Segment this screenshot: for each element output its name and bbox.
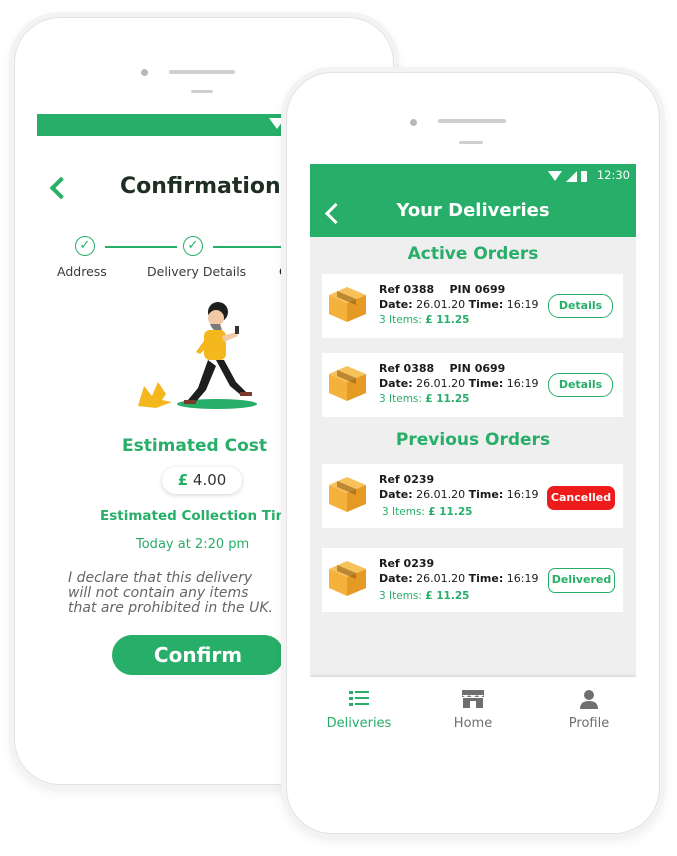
order-price: £ 11.25 — [428, 506, 473, 518]
estimated-cost-heading: Estimated Cost — [122, 436, 268, 456]
nav-item-profile[interactable]: Profile — [544, 689, 634, 731]
wifi-icon — [269, 118, 285, 129]
previous-orders-heading: Previous Orders — [395, 430, 551, 450]
step-complete-icon: ✓ — [75, 236, 95, 256]
package-icon — [329, 366, 366, 401]
currency-symbol: £ — [177, 471, 189, 489]
details-button[interactable]: Details — [548, 294, 613, 318]
order-card[interactable]: Ref 0388 PIN 0699 Date: 26.01.20 Time: 1… — [322, 274, 623, 338]
order-time: 16:19 — [506, 572, 539, 585]
step-label-delivery-details: Delivery Details — [147, 264, 247, 279]
order-date: 26.01.20 — [416, 298, 466, 311]
sensor — [191, 90, 213, 93]
package-icon — [329, 287, 366, 322]
date-label: Date: — [379, 488, 413, 501]
package-icon — [329, 561, 366, 596]
time-label: Time: — [468, 572, 504, 585]
order-card[interactable]: Ref 0388 PIN 0699 Date: 26.01.20 Time: 1… — [322, 353, 623, 417]
speaker-grille — [169, 70, 235, 74]
order-card[interactable]: Ref 0239 Date: 26.01.20 Time: 16:19 3 It… — [322, 464, 623, 528]
nav-item-home[interactable]: Home — [428, 689, 518, 731]
back-arrow-icon[interactable] — [49, 176, 73, 200]
speaker-grille — [438, 119, 506, 123]
step-complete-icon: ✓ — [183, 236, 203, 256]
order-price: £ 11.25 — [425, 590, 470, 602]
nav-label: Deliveries — [326, 716, 392, 731]
confirm-button[interactable]: Confirm — [112, 635, 284, 675]
order-ref: Ref 0388 — [379, 362, 435, 375]
order-price: £ 11.25 — [425, 393, 470, 405]
status-badge-delivered: Delivered — [548, 568, 615, 593]
app-header: 12:30 Your Deliveries — [310, 164, 636, 237]
details-button[interactable]: Details — [548, 373, 613, 397]
cost-pill: £ 4.00 — [162, 467, 242, 494]
order-date: 26.01.20 — [416, 377, 466, 390]
order-date: 26.01.20 — [416, 488, 466, 501]
list-icon — [349, 691, 369, 706]
front-camera — [141, 69, 148, 76]
store-icon — [462, 690, 484, 708]
items-count: 3 Items: — [379, 393, 422, 405]
status-bar: 12:30 — [548, 167, 630, 183]
collection-time: Today at 2:20 pm — [136, 537, 250, 552]
time-label: Time: — [468, 298, 504, 311]
confirmation-screen: Confirmation ✓ ✓ Address Delivery Detail… — [37, 114, 287, 704]
wifi-icon — [548, 171, 563, 181]
order-time: 16:19 — [506, 298, 539, 311]
active-orders-heading: Active Orders — [407, 244, 539, 264]
date-label: Date: — [379, 572, 413, 585]
status-time: 12:30 — [596, 168, 630, 182]
status-badge-cancelled: Cancelled — [547, 486, 615, 510]
step-connector — [105, 246, 177, 248]
order-ref: Ref 0239 — [379, 473, 435, 486]
person-icon — [580, 690, 598, 709]
date-label: Date: — [379, 298, 413, 311]
bottom-nav: Deliveries Home Profile — [310, 677, 636, 749]
page-title: Confirmation — [120, 174, 281, 199]
date-label: Date: — [379, 377, 413, 390]
package-icon — [329, 477, 366, 512]
order-time: 16:19 — [506, 488, 539, 501]
courier-illustration — [138, 302, 257, 409]
page-title: Your Deliveries — [396, 200, 550, 221]
sensor — [459, 141, 483, 144]
items-count: 3 Items: — [379, 314, 422, 326]
status-bar — [37, 114, 287, 136]
phone-frame-front: 12:30 Your Deliveries Active Orders Ref … — [286, 72, 660, 834]
order-ref: Ref 0388 — [379, 283, 435, 296]
items-count: 3 Items: — [379, 590, 422, 602]
order-pin: PIN 0699 — [449, 283, 506, 296]
cost-value: 4.00 — [192, 471, 227, 489]
order-ref: Ref 0239 — [379, 557, 435, 570]
time-label: Time: — [468, 488, 504, 501]
order-time: 16:19 — [506, 377, 539, 390]
declaration-line: I declare that this delivery — [68, 570, 253, 586]
order-pin: PIN 0699 — [449, 362, 506, 375]
signal-icon — [566, 170, 578, 182]
time-label: Time: — [468, 377, 504, 390]
battery-icon — [581, 170, 588, 182]
step-connector — [213, 246, 287, 248]
order-date: 26.01.20 — [416, 572, 466, 585]
declaration-text: I declare that this delivery will not co… — [68, 571, 287, 616]
declaration-line: that are prohibited in the UK. — [68, 600, 273, 616]
estimated-collection-heading: Estimated Collection Tim — [100, 508, 287, 524]
order-price: £ 11.25 — [425, 314, 470, 326]
step-label-address: Address — [57, 264, 107, 279]
items-count: 3 Items: — [382, 506, 425, 518]
nav-label: Home — [453, 716, 493, 731]
nav-label: Profile — [568, 716, 610, 731]
order-card[interactable]: Ref 0239 Date: 26.01.20 Time: 16:19 3 It… — [322, 548, 623, 612]
declaration-line: will not contain any items — [68, 585, 249, 601]
deliveries-screen: 12:30 Your Deliveries Active Orders Ref … — [310, 164, 636, 749]
front-camera — [410, 119, 417, 126]
nav-item-deliveries[interactable]: Deliveries — [314, 689, 404, 731]
